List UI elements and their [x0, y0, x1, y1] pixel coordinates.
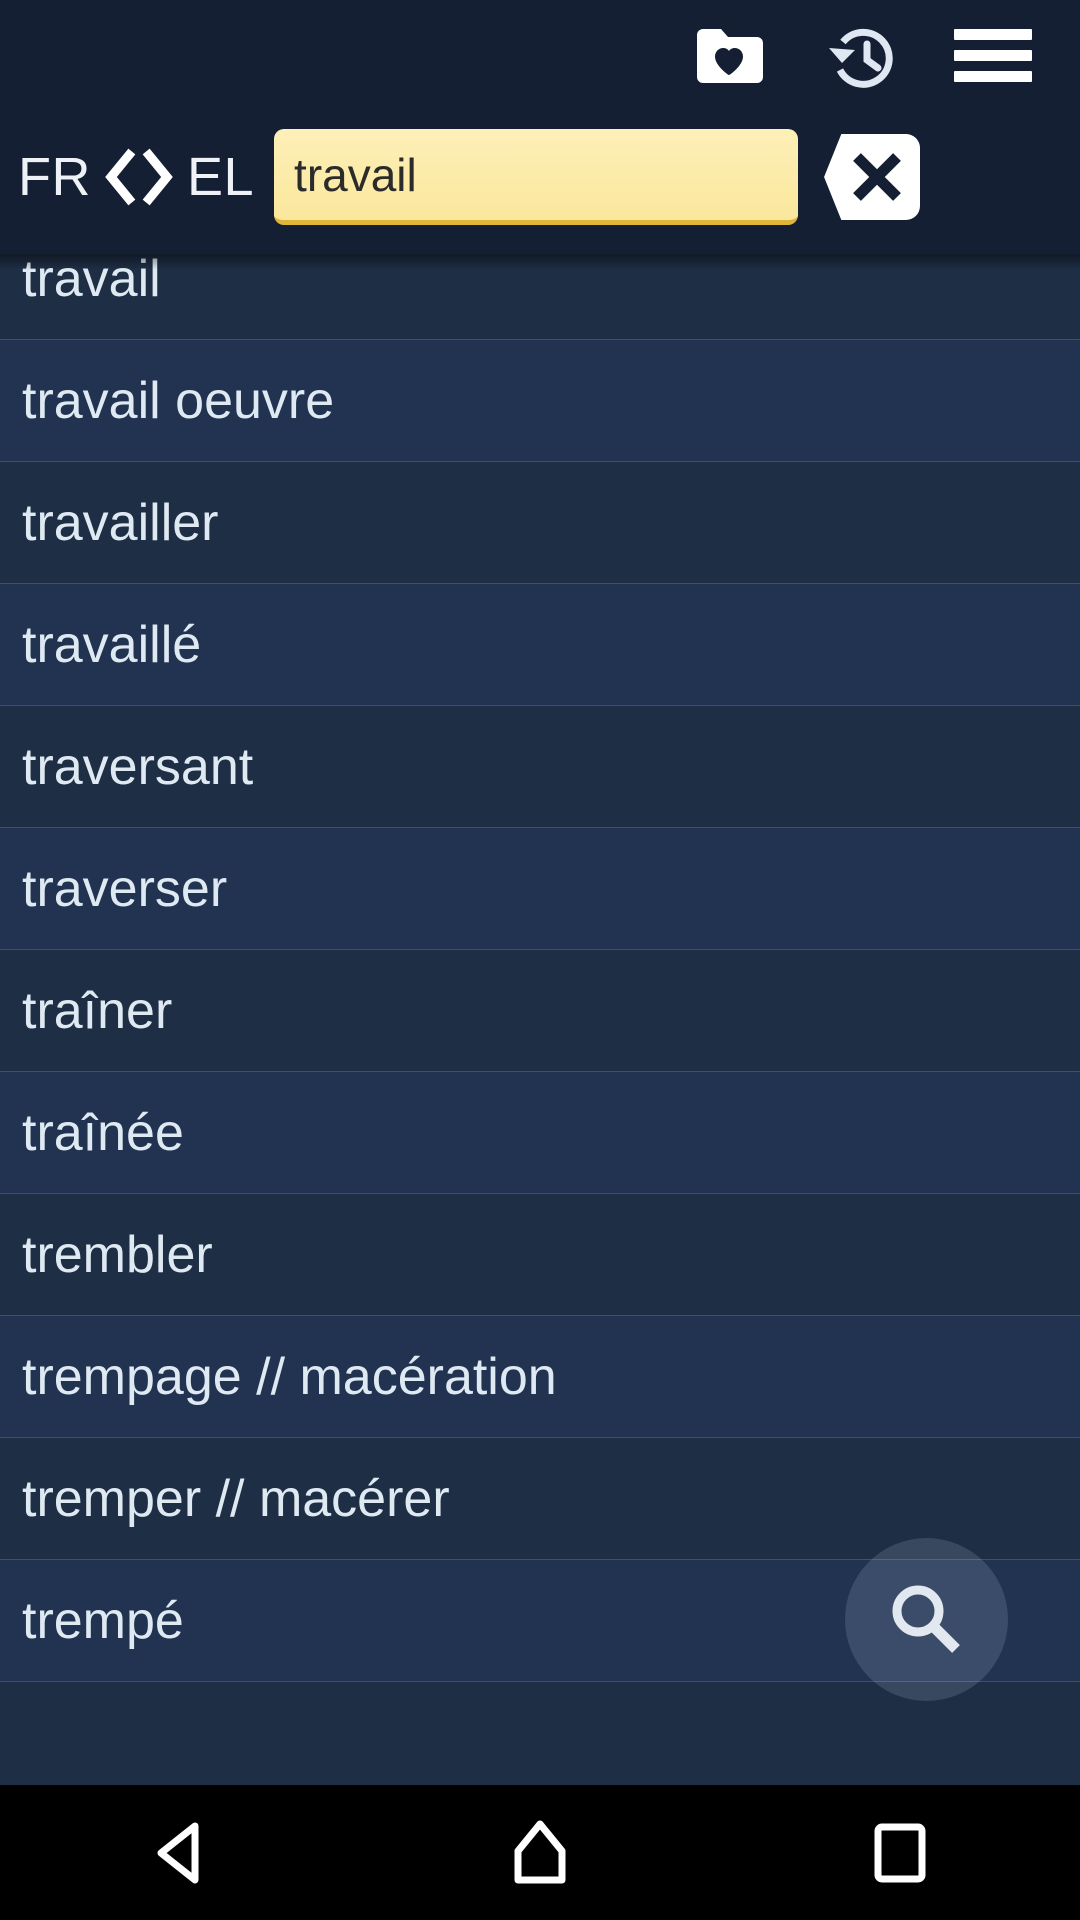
language-switcher[interactable]: FR EL	[0, 127, 268, 227]
app-header: FR EL	[0, 0, 1080, 254]
list-item-label: trempage // macération	[22, 1347, 557, 1406]
list-item[interactable]: travaillé	[0, 584, 1080, 706]
list-item[interactable]: travailler	[0, 462, 1080, 584]
search-row: FR EL	[0, 112, 1080, 242]
back-button[interactable]	[90, 1785, 270, 1920]
source-language-code: FR	[18, 147, 91, 207]
list-item-label: traversant	[22, 737, 254, 796]
list-item-label: traverser	[22, 859, 228, 918]
list-item[interactable]: traîner	[0, 950, 1080, 1072]
list-item[interactable]: trempage // macération	[0, 1316, 1080, 1438]
search-input[interactable]	[274, 129, 799, 225]
list-item-label: travaillé	[22, 615, 202, 674]
list-item[interactable]: traverser	[0, 828, 1080, 950]
swap-arrows-icon[interactable]	[95, 145, 183, 209]
android-navbar	[0, 1785, 1080, 1920]
list-item-label: traînée	[22, 1103, 184, 1162]
action-bar	[0, 0, 1080, 112]
list-item-label: trembler	[22, 1225, 213, 1284]
list-item-label: trempé	[22, 1591, 184, 1650]
list-item[interactable]: travail oeuvre	[0, 340, 1080, 462]
list-item-label: tremper // macérer	[22, 1469, 450, 1528]
header-shadow	[0, 254, 1080, 270]
list-item-label: traîner	[22, 981, 173, 1040]
list-item[interactable]: traînée	[0, 1072, 1080, 1194]
menu-icon[interactable]	[950, 13, 1036, 99]
list-item-label: travailler	[22, 493, 219, 552]
app-root: FR EL travail travail oeu	[0, 0, 1080, 1920]
favorites-folder-icon[interactable]	[686, 13, 772, 99]
list-item[interactable]: traversant	[0, 706, 1080, 828]
history-icon[interactable]	[818, 13, 904, 99]
search-input-wrapper	[274, 129, 799, 225]
clear-search-button[interactable]	[824, 134, 921, 220]
home-button[interactable]	[450, 1785, 630, 1920]
recents-button[interactable]	[810, 1785, 990, 1920]
search-fab[interactable]	[845, 1538, 1008, 1701]
list-item-label: travail oeuvre	[22, 371, 335, 430]
target-language-code: EL	[186, 147, 255, 207]
list-item[interactable]: trembler	[0, 1194, 1080, 1316]
